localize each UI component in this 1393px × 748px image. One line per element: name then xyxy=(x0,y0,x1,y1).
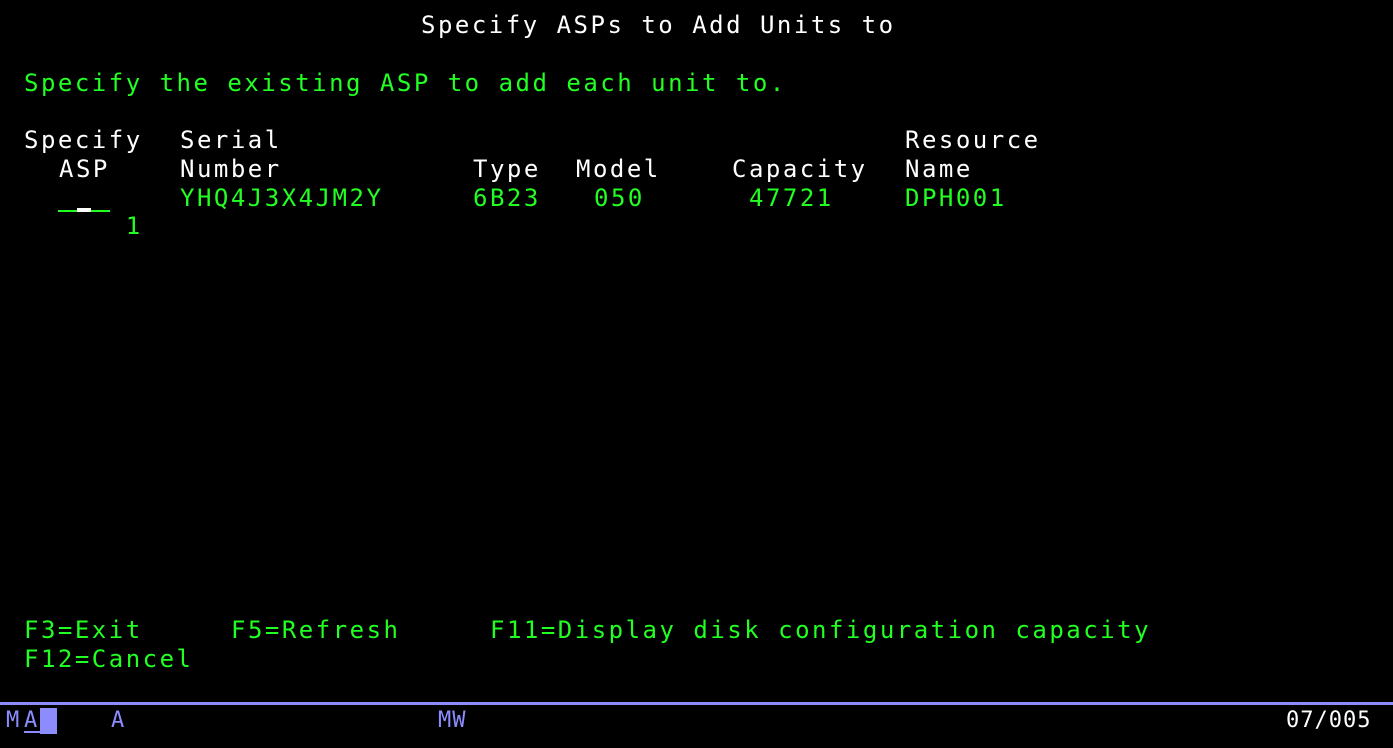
row-resource-name: DPH001 xyxy=(905,184,1007,212)
column-header-number: Number xyxy=(180,155,282,183)
column-header-serial: Serial xyxy=(180,126,282,154)
row-capacity: 47721 xyxy=(749,184,834,212)
f12-cancel-key[interactable]: F12=Cancel xyxy=(24,645,194,673)
message-waiting-indicator: MW xyxy=(438,708,467,733)
keyboard-lock-block-icon xyxy=(40,708,57,734)
screen-title: Specify ASPs to Add Units to xyxy=(421,11,896,39)
row-model: 050 xyxy=(594,184,645,212)
f3-exit-key[interactable]: F3=Exit xyxy=(24,616,143,644)
column-header-capacity: Capacity xyxy=(732,155,868,183)
column-header-resource: Resource xyxy=(905,126,1041,154)
row-serial: YHQ4J3X4JM2Y xyxy=(180,184,384,212)
column-header-type: Type xyxy=(473,155,541,183)
column-header-model: Model xyxy=(576,155,661,183)
f5-refresh-key[interactable]: F5=Refresh xyxy=(231,616,401,644)
column-header-specify: Specify xyxy=(24,126,143,154)
column-header-name: Name xyxy=(905,155,973,183)
status-bar-divider xyxy=(0,702,1393,705)
f11-display-capacity-key[interactable]: F11=Display disk configuration capacity xyxy=(490,616,1151,644)
cursor-position: 07/005 xyxy=(1286,708,1372,733)
row-type: 6B23 xyxy=(473,184,541,212)
asp-input-value: 1 xyxy=(125,212,143,240)
column-header-asp: ASP xyxy=(59,155,110,183)
session-indicator-underline xyxy=(24,731,40,733)
text-cursor xyxy=(77,208,91,212)
session-indicator-m: M xyxy=(6,708,21,733)
instruction-text: Specify the existing ASP to add each uni… xyxy=(24,69,787,97)
input-mode-indicator: A xyxy=(111,708,126,733)
